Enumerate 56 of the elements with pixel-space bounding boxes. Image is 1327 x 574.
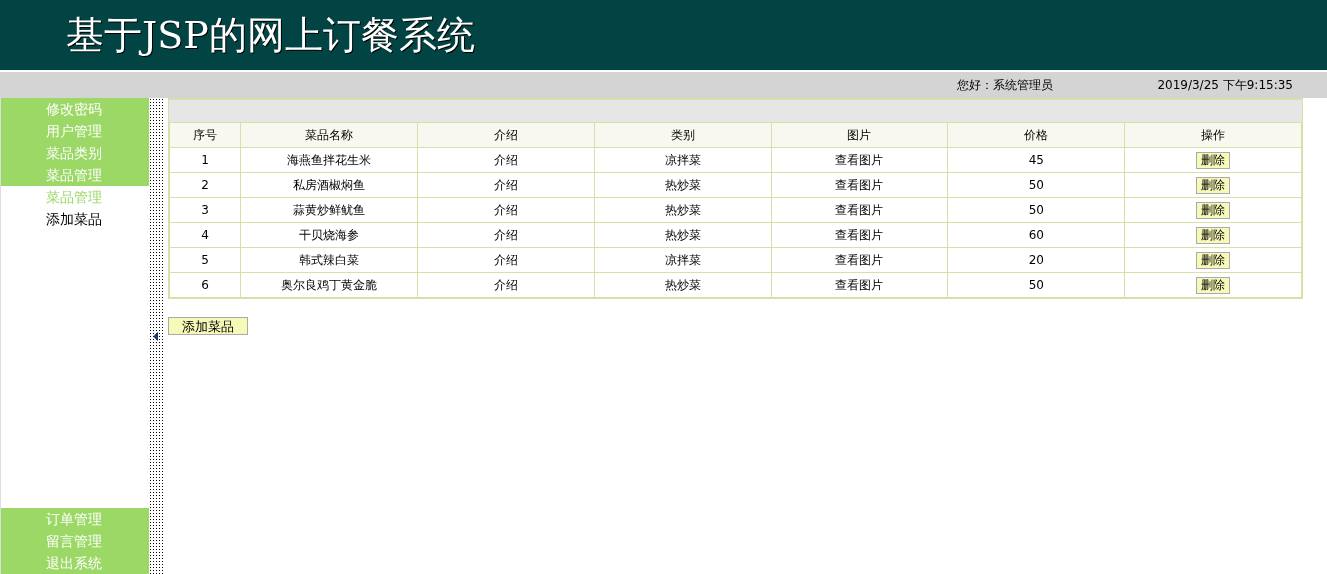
add-dish-button[interactable]: 添加菜品 — [168, 317, 248, 335]
column-header: 类别 — [594, 122, 772, 148]
table-cell: 介绍 — [417, 247, 595, 273]
table-cell: 查看图片 — [771, 197, 948, 223]
table-cell: 私房酒椒焖鱼 — [240, 172, 418, 198]
delete-button[interactable]: 删除 — [1196, 251, 1231, 269]
table-cell: 介绍 — [417, 197, 595, 223]
table-cell: 60 — [947, 222, 1125, 248]
table-cell: 热炒菜 — [594, 222, 772, 248]
table-cell: 4 — [169, 222, 241, 248]
table-cell: 1 — [169, 147, 241, 173]
table-cell: 查看图片 — [771, 247, 948, 273]
table-cell: 介绍 — [417, 147, 595, 173]
table-cell: 50 — [947, 272, 1125, 298]
table-cell: 6 — [169, 272, 241, 298]
column-header: 操作 — [1124, 122, 1302, 148]
greeting-text: 您好：系统管理员 — [957, 76, 1054, 94]
delete-button[interactable]: 删除 — [1196, 151, 1231, 169]
column-header: 图片 — [771, 122, 948, 148]
delete-button[interactable]: 删除 — [1196, 226, 1231, 244]
delete-button[interactable]: 删除 — [1196, 276, 1231, 294]
table-cell: 50 — [947, 197, 1125, 223]
table-cell: 50 — [947, 172, 1125, 198]
collapse-arrow-icon[interactable] — [153, 331, 159, 341]
delete-button[interactable]: 删除 — [1196, 176, 1231, 194]
sidebar-splitter[interactable] — [149, 98, 163, 574]
table-cell: 介绍 — [417, 172, 595, 198]
table-cell: 3 — [169, 197, 241, 223]
table-cell: 2 — [169, 172, 241, 198]
datetime-text: 2019/3/25 下午9:15:35 — [1157, 76, 1293, 94]
table-cell: 查看图片 — [771, 147, 948, 173]
table-cell: 热炒菜 — [594, 197, 772, 223]
table-cell: 介绍 — [417, 222, 595, 248]
table-cell: 45 — [947, 147, 1125, 173]
table-cell: 5 — [169, 247, 241, 273]
table-cell: 干贝烧海参 — [240, 222, 418, 248]
table-cell: 热炒菜 — [594, 172, 772, 198]
table-cell: 查看图片 — [771, 222, 948, 248]
table-cell: 韩式辣白菜 — [240, 247, 418, 273]
table-cell: 20 — [947, 247, 1125, 273]
site-title: 基于JSP的网上订餐系统 — [66, 11, 475, 59]
table-cell: 热炒菜 — [594, 272, 772, 298]
column-header: 介绍 — [417, 122, 595, 148]
table-cell: 蒜黄炒鲜鱿鱼 — [240, 197, 418, 223]
menu-link[interactable]: 添加菜品 — [1, 208, 149, 230]
column-header: 菜品名称 — [240, 122, 418, 148]
table-cell: 介绍 — [417, 272, 595, 298]
table-cell: 查看图片 — [771, 172, 948, 198]
table-cell: 凉拌菜 — [594, 147, 772, 173]
column-header: 序号 — [169, 122, 241, 148]
column-header: 价格 — [947, 122, 1125, 148]
delete-button[interactable]: 删除 — [1196, 201, 1231, 219]
table-cell: 查看图片 — [771, 272, 948, 298]
table-cell: 海燕鱼拌花生米 — [240, 147, 418, 173]
table-cell: 奥尔良鸡丁黄金脆 — [240, 272, 418, 298]
table-cell: 凉拌菜 — [594, 247, 772, 273]
